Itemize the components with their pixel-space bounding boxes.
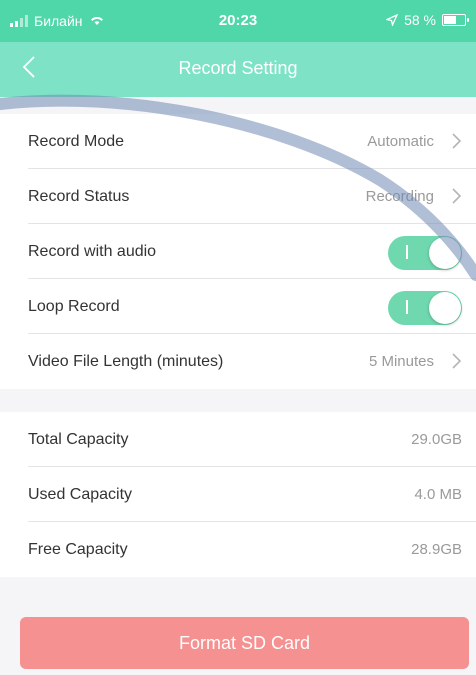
record-audio-label: Record with audio <box>28 242 157 260</box>
record-mode-row[interactable]: Record Mode Automatic <box>0 114 476 169</box>
section-spacer <box>0 97 476 114</box>
free-capacity-label: Free Capacity <box>28 540 128 558</box>
battery-icon <box>442 14 469 26</box>
used-capacity-row: Used Capacity 4.0 MB <box>0 467 476 522</box>
battery-percent: 58 % <box>404 12 436 28</box>
video-file-length-label: Video File Length (minutes) <box>28 352 224 370</box>
section-spacer <box>0 390 476 412</box>
chevron-right-icon <box>452 353 462 369</box>
record-audio-toggle[interactable] <box>388 236 462 270</box>
chevron-right-icon <box>452 188 462 204</box>
status-bar: Билайн 20:23 58 % <box>0 0 476 42</box>
location-arrow-icon <box>386 14 399 26</box>
capacity-list: Total Capacity 29.0GB Used Capacity 4.0 … <box>0 412 476 577</box>
toggle-knob <box>429 292 461 324</box>
nav-bar: Record Setting <box>0 42 476 97</box>
loop-record-row: Loop Record <box>0 279 476 334</box>
status-right: 58 % <box>386 12 469 28</box>
format-sd-card-button[interactable]: Format SD Card <box>20 617 469 669</box>
toggle-knob <box>429 237 461 269</box>
video-file-length-value: 5 Minutes <box>368 353 434 370</box>
record-status-label: Record Status <box>28 187 130 205</box>
total-capacity-label: Total Capacity <box>28 430 129 448</box>
toggle-on-mark <box>406 245 408 259</box>
loop-record-label: Loop Record <box>28 297 120 315</box>
free-capacity-value: 28.9GB <box>411 541 462 558</box>
record-settings-list: Record Mode Automatic Record Status Reco… <box>0 114 476 389</box>
video-file-length-row[interactable]: Video File Length (minutes) 5 Minutes <box>0 334 476 389</box>
record-status-row[interactable]: Record Status Recording <box>0 169 476 224</box>
record-mode-label: Record Mode <box>28 132 125 150</box>
chevron-right-icon <box>452 133 462 149</box>
used-capacity-value: 4.0 MB <box>414 486 462 503</box>
record-status-value: Recording <box>365 188 434 205</box>
used-capacity-label: Used Capacity <box>28 485 133 503</box>
record-audio-row: Record with audio <box>0 224 476 279</box>
toggle-on-mark <box>406 300 408 314</box>
loop-record-toggle[interactable] <box>388 291 462 325</box>
free-capacity-row: Free Capacity 28.9GB <box>0 522 476 577</box>
battery-fill <box>444 16 456 24</box>
total-capacity-row: Total Capacity 29.0GB <box>0 412 476 467</box>
page-title: Record Setting <box>178 58 298 78</box>
total-capacity-value: 29.0GB <box>411 431 462 448</box>
record-mode-value: Automatic <box>367 133 434 150</box>
